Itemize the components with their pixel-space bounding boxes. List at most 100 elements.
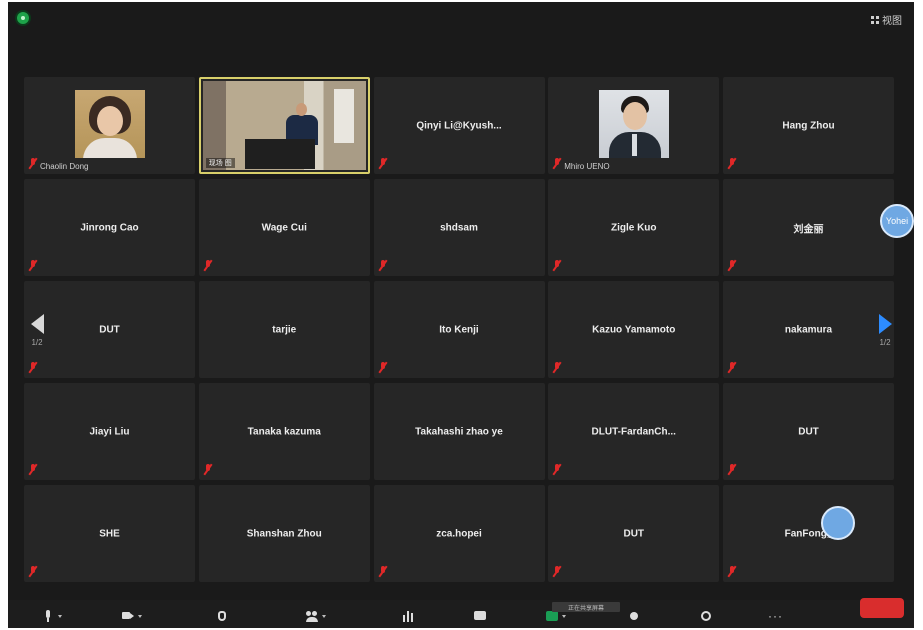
participant-tile[interactable]: Shanshan Zhou — [198, 485, 370, 582]
muted-mic-icon — [552, 565, 562, 578]
reactions-icon — [700, 610, 712, 622]
reactions-button[interactable] — [700, 608, 712, 624]
more-icon: ··· — [768, 609, 783, 623]
chat-icon — [474, 610, 486, 622]
participant-tile[interactable]: shdsam — [373, 179, 545, 276]
participant-tile[interactable]: Jinrong Cao — [24, 179, 195, 276]
muted-mic-icon — [727, 259, 737, 272]
participant-name: DLUT-FardanCh... — [591, 426, 676, 437]
participant-tile[interactable]: Zigle Kuo — [548, 179, 720, 276]
participant-name: Qinyi Li@Kyush... — [416, 120, 502, 131]
more-button[interactable]: ··· — [768, 608, 783, 624]
participant-tile[interactable]: DUT — [723, 383, 894, 480]
video-icon — [122, 610, 134, 622]
participant-tile[interactable]: Chaolin Dong — [24, 77, 195, 174]
grid-view-icon — [871, 15, 879, 24]
meeting-toolbar: ··· — [8, 600, 914, 628]
participant-tile[interactable]: 现场 图 — [198, 77, 370, 174]
page-indicator-right: 1/2 — [879, 337, 891, 347]
participant-tile[interactable]: Ito Kenji — [373, 281, 545, 378]
top-bar: 视图 — [8, 2, 914, 42]
chevron-down-icon[interactable] — [58, 614, 62, 618]
participant-name: nakamura — [784, 324, 833, 335]
next-page-button[interactable]: 1/2 — [870, 290, 900, 370]
prev-page-button[interactable]: 1/2 — [22, 290, 52, 370]
participant-name: Zigle Kuo — [610, 222, 657, 233]
muted-mic-icon — [552, 463, 562, 476]
participant-tile[interactable]: Mhiro UENO — [548, 77, 720, 174]
participant-name: tarjie — [272, 324, 297, 335]
muted-mic-icon — [377, 361, 388, 374]
participant-tile[interactable]: nakamura — [723, 281, 894, 378]
security-button[interactable] — [216, 608, 228, 624]
participant-name: 刘金丽 — [793, 224, 824, 235]
participant-photo — [74, 90, 145, 158]
participant-name: Jinrong Cao — [80, 222, 139, 233]
participant-name: Hang Zhou — [782, 120, 835, 131]
video-label: 现场 图 — [205, 158, 235, 168]
participant-tile[interactable]: zca.hopei — [373, 485, 545, 582]
participant-name: FanFong_ — [784, 528, 833, 539]
participant-name: Takahashi zhao ye — [415, 426, 503, 437]
floating-avatar-label: Yohei — [885, 216, 909, 226]
share-tooltip: 正在共享屏幕 — [552, 602, 620, 612]
polls-button[interactable] — [402, 608, 414, 624]
view-button[interactable]: 视图 — [871, 12, 902, 27]
zoom-window: 视图 Chaolin Dong 现场 图 Qinyi Li@Kyush... Mhir… — [8, 2, 914, 628]
end-meeting-button[interactable] — [860, 598, 904, 618]
muted-mic-icon — [203, 259, 213, 272]
participant-tile[interactable]: Qinyi Li@Kyush... — [373, 77, 545, 174]
participant-grid: Chaolin Dong 现场 图 Qinyi Li@Kyush... Mhiro U… — [24, 77, 894, 582]
mute-button[interactable] — [42, 608, 62, 624]
participant-tile[interactable]: SHE — [24, 485, 195, 582]
participant-tile[interactable]: tarjie — [198, 281, 370, 378]
floating-avatar-2[interactable] — [821, 506, 855, 540]
participant-name: SHE — [99, 528, 120, 539]
video-button[interactable] — [122, 608, 142, 624]
muted-mic-icon — [377, 565, 388, 578]
muted-mic-icon — [28, 157, 38, 170]
participant-name: Kazuo Yamamoto — [592, 324, 676, 335]
page-indicator-left: 1/2 — [31, 337, 43, 347]
participant-name: Wage Cui — [261, 222, 307, 233]
chat-button[interactable] — [474, 608, 486, 624]
muted-mic-icon — [552, 157, 562, 170]
muted-mic-icon — [727, 463, 737, 476]
participant-tile[interactable]: Kazuo Yamamoto — [548, 281, 720, 378]
participant-photo — [598, 90, 669, 158]
participant-tile[interactable]: Hang Zhou — [723, 77, 894, 174]
participant-tile[interactable]: DLUT-FardanCh... — [548, 383, 720, 480]
security-icon — [216, 610, 228, 622]
participant-tile[interactable]: Wage Cui — [198, 179, 370, 276]
participant-tile[interactable]: DUT — [548, 485, 720, 582]
polls-icon — [402, 610, 414, 622]
participant-name: Jiayi Liu — [89, 426, 130, 437]
mic-icon — [42, 610, 54, 622]
muted-mic-icon — [727, 565, 737, 578]
arrow-left-icon — [30, 313, 44, 334]
participant-tile[interactable]: 刘金丽 — [723, 179, 894, 276]
security-shield-icon[interactable] — [17, 12, 29, 24]
record-button[interactable] — [628, 608, 640, 624]
floating-avatar[interactable]: Yohei — [880, 204, 914, 238]
muted-mic-icon — [28, 463, 38, 476]
view-button-label: 视图 — [882, 16, 902, 27]
muted-mic-icon — [203, 463, 213, 476]
chevron-down-icon[interactable] — [562, 614, 566, 618]
participant-tile[interactable]: Tanaka kazuma — [198, 383, 370, 480]
participant-tile[interactable]: Takahashi zhao ye — [373, 383, 545, 480]
muted-mic-icon — [727, 157, 737, 170]
muted-mic-icon — [377, 259, 388, 272]
muted-mic-icon — [377, 157, 388, 170]
participant-tile[interactable]: Jiayi Liu — [24, 383, 195, 480]
chevron-down-icon[interactable] — [322, 614, 326, 618]
muted-mic-icon — [28, 259, 38, 272]
chevron-down-icon[interactable] — [138, 614, 142, 618]
participant-tile[interactable]: FanFong_ — [723, 485, 894, 582]
participant-name-tag: Chaolin Dong — [40, 162, 89, 171]
muted-mic-icon — [552, 259, 562, 272]
participant-name: DUT — [623, 528, 645, 539]
muted-mic-icon — [552, 361, 562, 374]
participants-button[interactable] — [306, 608, 326, 624]
participant-name: Shanshan Zhou — [246, 528, 322, 539]
